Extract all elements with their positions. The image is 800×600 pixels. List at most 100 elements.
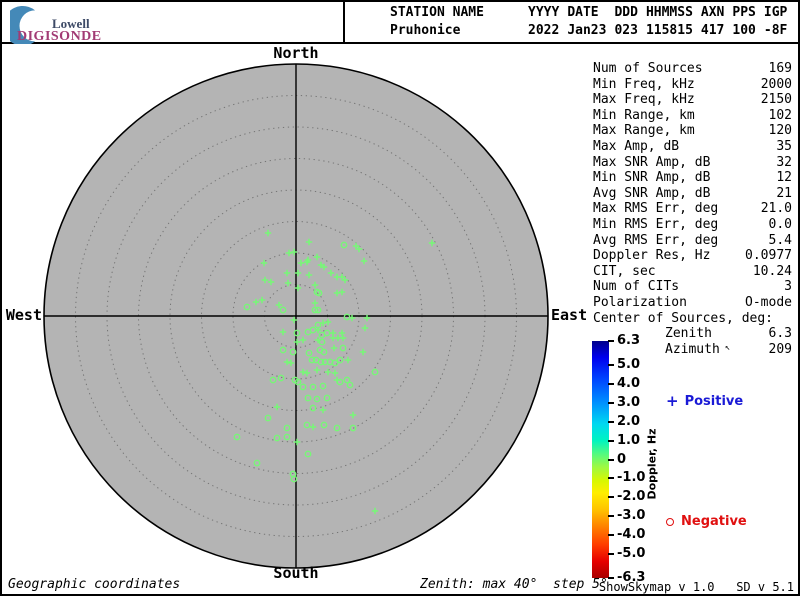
station-column: PPS 100: [732, 4, 755, 40]
colorbar-tick-label: 5.0: [617, 357, 641, 373]
stat-label: Min Range, km: [593, 107, 695, 123]
stat-value: 209: [768, 341, 792, 357]
colorbar-tick-label: 3.0: [617, 395, 641, 411]
colorbar-tick-label: -5.0: [617, 545, 646, 561]
stat-value: 0.0: [768, 216, 792, 232]
column-value: -8F: [763, 23, 788, 38]
stat-row: Max Range, km 120: [593, 123, 792, 139]
stat-label: Center of Sources, deg:: [593, 310, 774, 326]
stat-label: Min Freq, kHz: [593, 76, 695, 92]
stat-value: 21: [776, 185, 792, 201]
stat-row: Max SNR Amp, dB 32: [593, 155, 792, 171]
plus-marker-icon: +: [666, 392, 679, 410]
stat-value: 169: [768, 61, 792, 76]
stat-value: 120: [768, 123, 792, 139]
stat-label: Num of CITs: [593, 279, 680, 295]
column-value: 100: [732, 23, 756, 38]
stat-label: CIT, sec: [593, 263, 656, 279]
stat-value: 10.24: [752, 263, 792, 279]
stat-label: Min SNR Amp, dB: [593, 170, 711, 186]
stat-label: Azimuth: [665, 341, 720, 357]
station-column: HHMMSS 115815: [646, 4, 693, 40]
colorbar-tick: [608, 477, 614, 480]
column-label: DATE: [567, 5, 599, 20]
colorbar-tick: [608, 552, 614, 555]
stat-row: Max RMS Err, deg 21.0: [593, 201, 792, 217]
stat-label: Doppler Res, Hz: [593, 248, 711, 264]
stat-value: 2150: [760, 92, 792, 108]
doppler-axis-label: Doppler, Hz: [645, 428, 659, 500]
stat-value: 21.0: [760, 201, 792, 217]
colorbar-tick: [608, 458, 614, 461]
colorbar-tick-label: -1.0: [617, 470, 646, 486]
column-label: YYYY: [528, 5, 560, 20]
stat-row: Min SNR Amp, dB 12: [593, 170, 792, 186]
colorbar-tick-label: 0: [617, 451, 627, 467]
stat-row: CIT, sec 10.24: [593, 264, 792, 280]
stat-value: 2000: [760, 76, 792, 92]
colorbar-tick: [608, 383, 614, 386]
stat-value: 35: [776, 138, 792, 154]
version-text: ShowSkymap v 1.0 SD v 5.1: [598, 580, 794, 594]
colorbar-tick: [608, 533, 614, 536]
station-column: STATION NAME Pruhonice: [390, 4, 520, 40]
colorbar-tick-label: 2.0: [617, 413, 641, 429]
station-column: YYYY 2022: [528, 4, 559, 40]
colorbar-tick-label: -2.0: [617, 489, 646, 505]
stat-label: Max SNR Amp, dB: [593, 154, 711, 170]
stat-value: 3: [784, 279, 792, 295]
stat-value: 12: [776, 170, 792, 186]
column-label: DDD: [614, 5, 638, 20]
stat-label: Zenith: [665, 326, 712, 342]
stat-row: Avg RMS Err, deg 5.4: [593, 233, 792, 249]
column-value: 417: [700, 23, 725, 38]
coordinates-note: Geographic coordinates: [8, 577, 181, 592]
stat-row: Max Amp, dB 35: [593, 139, 792, 155]
stat-label: Max RMS Err, deg: [593, 201, 719, 217]
colorbar-tick-label: 6.3: [617, 333, 641, 348]
stat-label: Avg RMS Err, deg: [593, 232, 719, 248]
column-value: 2022: [528, 23, 560, 38]
column-label: IGP: [763, 5, 788, 20]
stat-row: Min Freq, kHz 2000: [593, 77, 792, 93]
stat-label: Max Freq, kHz: [593, 92, 695, 108]
stat-value: 5.4: [768, 232, 792, 248]
station-column: AXN 417: [701, 4, 724, 40]
colorbar-tick: [608, 514, 614, 517]
station-data-columns: YYYY 2022 DATE Jan23 DDD 023 HHMMSS 115815 AXN 41…: [528, 4, 795, 40]
stat-row: Max Freq, kHz 2150: [593, 92, 792, 108]
colorbar-tick-label: -4.0: [617, 526, 646, 542]
station-name-value: Pruhonice: [390, 23, 461, 38]
lowell-digisonde-logo: Lowell DIGISONDE: [8, 4, 118, 44]
compass-label-west: West: [5, 306, 42, 324]
stat-row: Center of Sources, deg:: [593, 311, 792, 327]
column-value: 115815: [645, 23, 693, 38]
station-column: DDD 023: [614, 4, 637, 40]
station-header-table: STATION NAME Pruhonice YYYY 2022 DATE Jan23…: [390, 4, 795, 40]
stat-value: 0.0977: [745, 248, 792, 264]
showskymap-screen: { "logo": { "line1": "Lowell", "line2": …: [0, 0, 800, 600]
stat-value: 6.3: [768, 326, 792, 342]
compass-label-north: North: [273, 44, 319, 62]
column-value: Jan23: [567, 23, 607, 38]
circle-marker-icon: [666, 517, 674, 526]
zenith-scale-note: Zenith: max 40° step 5°: [420, 577, 608, 592]
measurement-stats-panel: Num of Sources 169 Min Freq, kHz 2000 Max Fr…: [593, 61, 792, 357]
legend-positive-label: Positive: [684, 394, 744, 409]
stat-label: Max Amp, dB: [593, 138, 680, 154]
stat-row: Min RMS Err, deg 0.0: [593, 217, 792, 233]
stat-value: 32: [776, 154, 792, 170]
colorbar-tick-label: -3.0: [617, 507, 646, 523]
colorbar-tick-label: 4.0: [617, 376, 641, 392]
column-label: HHMMSS: [645, 5, 693, 20]
station-name-label: STATION NAME: [390, 5, 484, 20]
colorbar-tick-label: 1.0: [617, 432, 641, 448]
stat-row: Min Range, km 102: [593, 108, 792, 124]
column-label: PPS: [732, 5, 756, 20]
station-column: DATE Jan23: [567, 4, 606, 40]
compass-label-south: South: [273, 564, 319, 582]
legend-negative: Negative: [666, 514, 747, 529]
header-separator: [0, 42, 800, 44]
colorbar-tick: [608, 340, 614, 342]
azimuth-direction-icon: ↖: [724, 342, 731, 353]
